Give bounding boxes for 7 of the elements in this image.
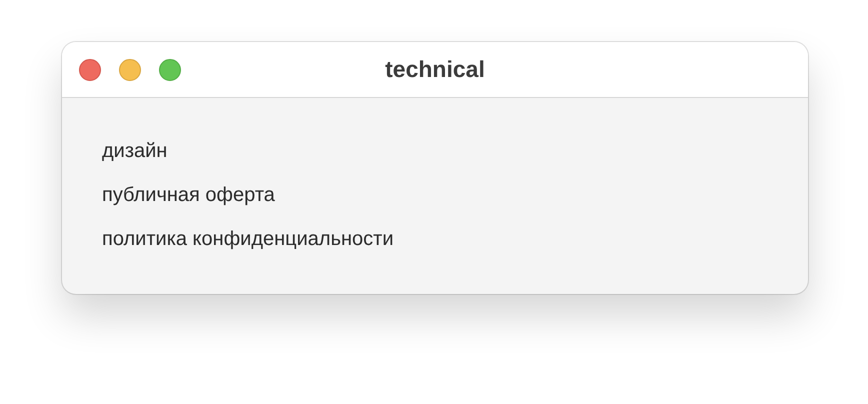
maximize-button[interactable] xyxy=(159,59,181,81)
minimize-button[interactable] xyxy=(119,59,141,81)
menu-link[interactable]: политика конфиденциальности xyxy=(102,226,394,253)
close-button[interactable] xyxy=(79,59,101,81)
menu-link[interactable]: дизайн xyxy=(102,138,168,165)
window-title: technical xyxy=(385,56,485,83)
menu-link[interactable]: публичная оферта xyxy=(102,182,275,209)
